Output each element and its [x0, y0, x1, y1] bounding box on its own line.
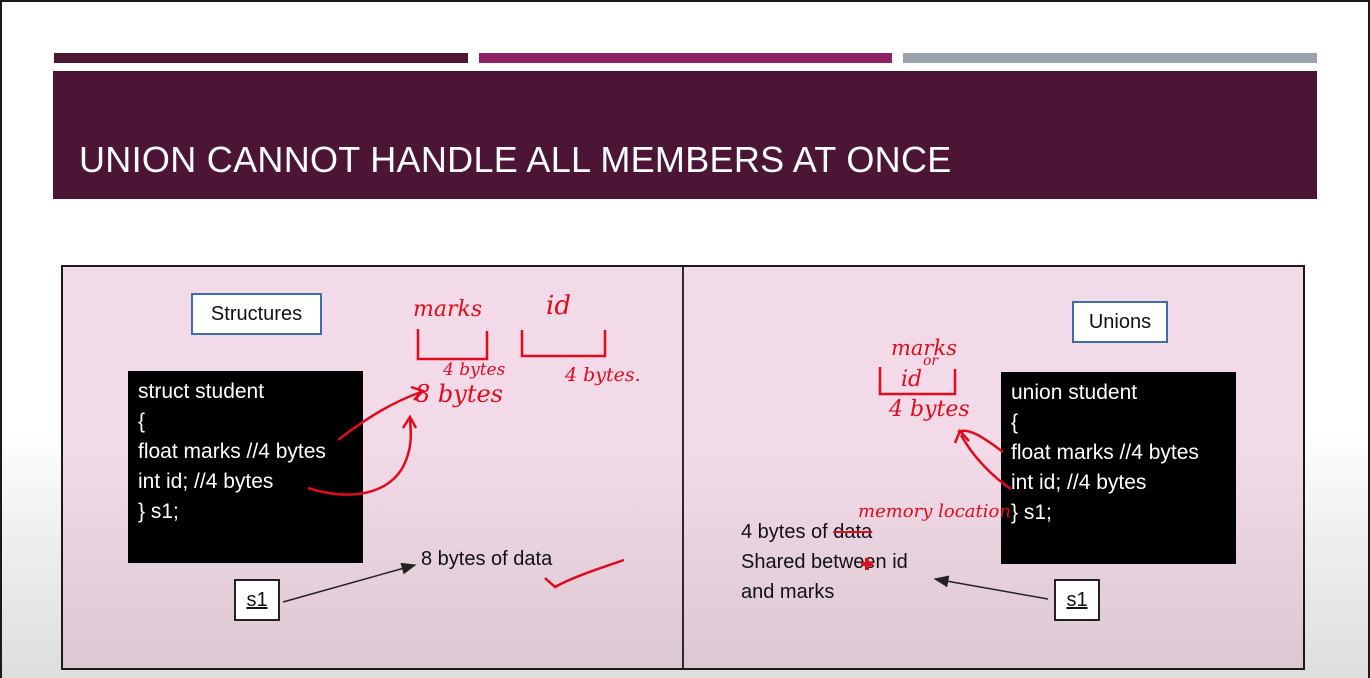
accent-strip-3 — [903, 53, 1317, 63]
annotation-ink — [282, 329, 1049, 603]
cursor-icon — [861, 558, 873, 570]
accent-strip-1 — [54, 53, 468, 63]
slide-title: UNION CANNOT HANDLE ALL MEMBERS AT ONCE — [79, 139, 952, 180]
accent-strip-2 — [479, 53, 892, 63]
content-panel: Structures struct student { float marks … — [61, 265, 1305, 670]
title-bar: UNION CANNOT HANDLE ALL MEMBERS AT ONCE — [53, 71, 1317, 199]
